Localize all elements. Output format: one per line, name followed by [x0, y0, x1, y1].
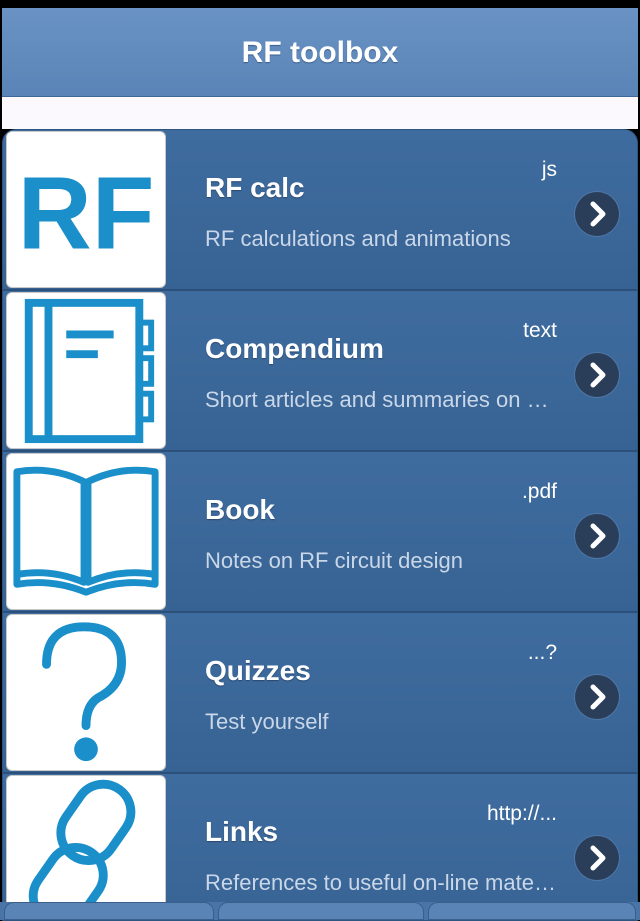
tab-3[interactable]: [428, 902, 636, 920]
item-description: Notes on RF circuit design: [205, 548, 463, 573]
chevron-right-icon[interactable]: [575, 353, 619, 397]
chevron-right-icon[interactable]: [575, 192, 619, 236]
item-type-tag: ...?: [527, 641, 557, 664]
item-type-tag: js: [541, 158, 557, 181]
item-type-tag: text: [523, 319, 557, 342]
list-item-book[interactable]: Book Notes on RF circuit design .pdf: [3, 452, 637, 613]
question-mark-icon: [6, 614, 166, 771]
chevron-right-icon[interactable]: [575, 675, 619, 719]
tab-bar: [0, 902, 640, 920]
item-description: Test yourself: [205, 709, 329, 734]
tab-1[interactable]: [4, 902, 214, 920]
item-title: Links: [205, 816, 279, 847]
header-spacer: [2, 97, 638, 129]
item-description: References to useful on-line material: [205, 870, 560, 895]
tab-2[interactable]: [218, 902, 424, 920]
item-title: Quizzes: [205, 655, 311, 686]
svg-text:RF: RF: [18, 155, 155, 270]
list-item-links[interactable]: Links References to useful on-line mater…: [3, 774, 637, 920]
list-item-compendium[interactable]: Compendium Short articles and summaries …: [3, 291, 637, 452]
list-item-rf-calc[interactable]: RF RF calc RF calculations and animation…: [3, 130, 637, 291]
status-bar: [0, 0, 640, 8]
item-type-tag: http://...: [486, 802, 557, 825]
item-title: Compendium: [205, 333, 384, 364]
item-title: RF calc: [205, 172, 305, 203]
page-title: RF toolbox: [241, 36, 399, 69]
open-book-icon: [6, 453, 166, 610]
link-chain-icon: [6, 775, 166, 920]
item-description: Short articles and summaries on RF topic…: [205, 387, 560, 412]
item-title: Book: [205, 494, 275, 525]
rf-logo-icon: RF: [6, 131, 166, 288]
notebook-icon: [6, 292, 166, 449]
chevron-right-icon[interactable]: [575, 514, 619, 558]
app-header: RF toolbox: [2, 8, 638, 97]
menu-list: RF RF calc RF calculations and animation…: [2, 129, 638, 921]
item-description: RF calculations and animations: [205, 226, 511, 251]
chevron-right-icon[interactable]: [575, 836, 619, 880]
item-type-tag: .pdf: [521, 480, 557, 503]
list-item-quizzes[interactable]: Quizzes Test yourself ...?: [3, 613, 637, 774]
